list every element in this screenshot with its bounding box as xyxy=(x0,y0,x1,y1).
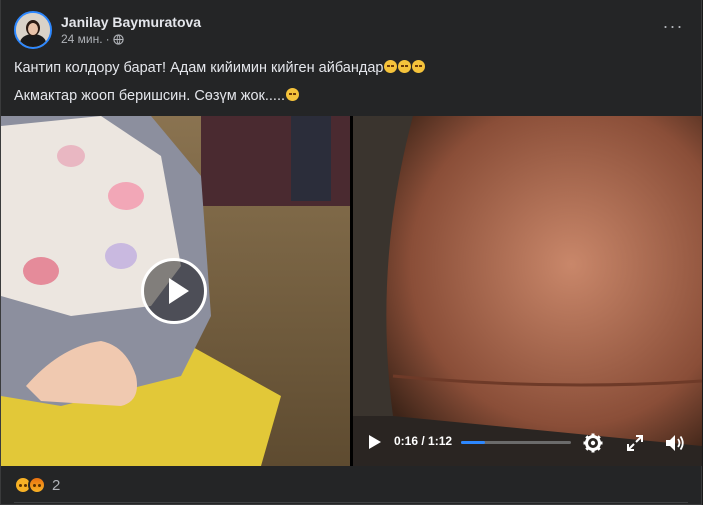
fullscreen-icon[interactable] xyxy=(627,435,643,451)
post-time[interactable]: 24 мин. xyxy=(61,31,103,47)
divider xyxy=(14,502,688,503)
sad-emoji-icon xyxy=(286,88,299,101)
disappointed-emoji-icon xyxy=(412,60,426,73)
settings-icon[interactable] xyxy=(583,433,603,453)
video-time: 0:16 / 1:12 xyxy=(394,434,453,448)
reaction-summary[interactable]: 2 xyxy=(14,476,60,494)
separator: · xyxy=(105,32,110,46)
video-player[interactable]: 0:16 / 1:12 xyxy=(353,116,702,466)
author-avatar[interactable] xyxy=(14,11,52,49)
post-media: 0:16 / 1:12 xyxy=(1,116,702,466)
post-text-line1: Кантип колдору барат! Адам кийимин кийге… xyxy=(14,58,426,78)
globe-icon xyxy=(112,33,124,45)
disappointed-emoji-icon xyxy=(384,60,398,73)
more-options-button[interactable]: ··· xyxy=(659,12,687,40)
post-text-line1-content: Кантип колдору барат! Адам кийимин кийге… xyxy=(14,60,384,76)
author-name[interactable]: Janilay Baymuratova xyxy=(61,13,201,31)
play-icon[interactable] xyxy=(368,434,382,450)
post-card: Janilay Baymuratova 24 мин. · ··· Кантип… xyxy=(0,0,702,505)
play-button[interactable] xyxy=(141,258,207,324)
video-thumbnail-left[interactable] xyxy=(1,116,350,466)
post-header: Janilay Baymuratova 24 мин. · xyxy=(14,10,201,50)
angry-reaction-icon xyxy=(28,476,46,494)
video-progress-bar[interactable] xyxy=(461,441,571,444)
video-controls: 0:16 / 1:12 xyxy=(353,420,702,466)
post-text-line2-content: Акмактар жооп беришсин. Сөзүм жок..... xyxy=(14,88,285,104)
video-progress-fill xyxy=(461,441,486,444)
disappointed-emoji-icon xyxy=(398,60,412,73)
reaction-count[interactable]: 2 xyxy=(52,477,60,494)
volume-icon[interactable] xyxy=(665,434,685,452)
post-text-line2: Акмактар жооп беришсин. Сөзүм жок..... xyxy=(14,86,299,106)
